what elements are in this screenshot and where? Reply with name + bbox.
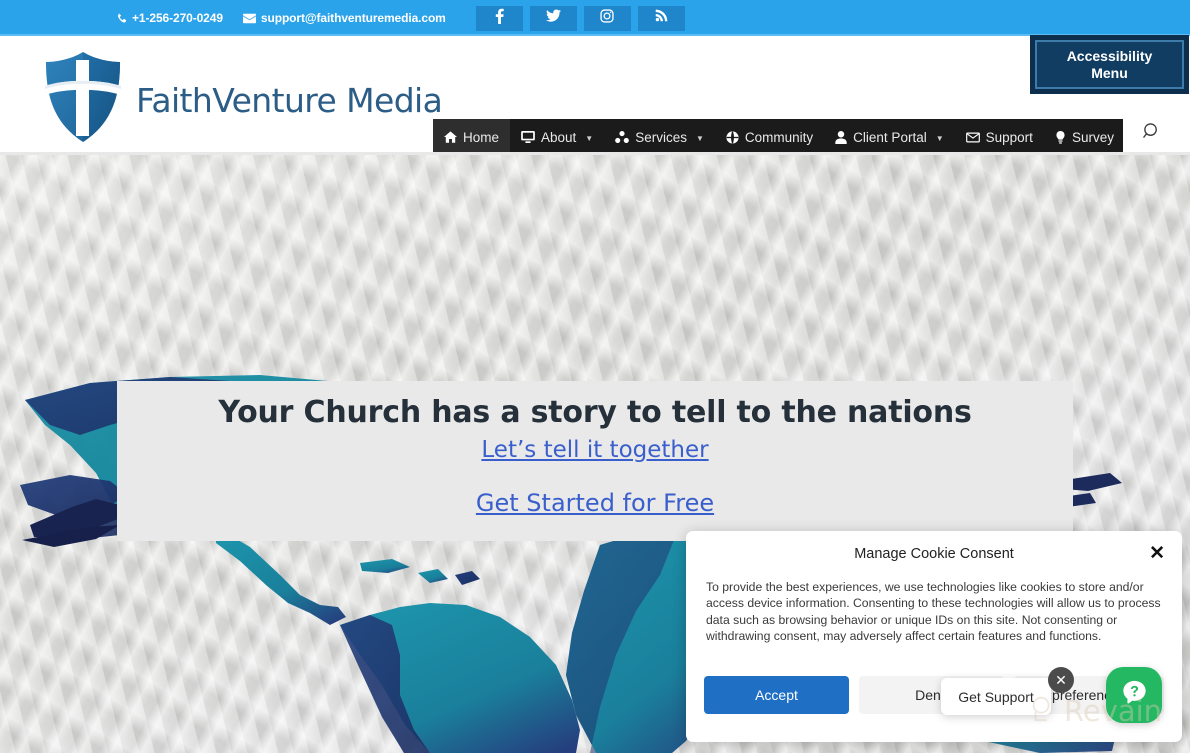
lightbulb-icon xyxy=(1055,130,1066,144)
chevron-down-icon: ▼ xyxy=(585,133,594,143)
shield-cross-logo-icon xyxy=(40,48,126,153)
cookie-dialog-header: Manage Cookie Consent ✕ xyxy=(686,531,1182,577)
get-support-tooltip[interactable]: Get Support xyxy=(941,678,1051,715)
top-contact-bar: +1-256-270-0249 support@faithventuremedi… xyxy=(0,0,1190,36)
nav-label: Community xyxy=(744,129,814,145)
home-icon xyxy=(444,131,457,143)
nav-label: Home xyxy=(463,129,500,145)
nav-label: Client Portal xyxy=(853,129,927,145)
site-logo-text: FaithVenture Media xyxy=(136,81,443,120)
nav-item-home[interactable]: Home xyxy=(433,119,511,155)
close-icon[interactable]: ✕ xyxy=(1149,544,1165,563)
chevron-down-icon: ▼ xyxy=(695,133,704,143)
nav-item-about[interactable]: About ▼ xyxy=(510,119,604,155)
cookie-dialog-body: To provide the best experiences, we use … xyxy=(706,580,1161,644)
support-chat-button[interactable] xyxy=(1106,667,1162,723)
monitor-icon xyxy=(521,131,535,143)
user-icon xyxy=(835,130,847,144)
hero-text-card: Your Church has a story to tell to the n… xyxy=(117,381,1073,541)
phone-icon xyxy=(116,13,127,24)
instagram-link[interactable] xyxy=(583,5,631,31)
cookie-dialog-title: Manage Cookie Consent xyxy=(854,546,1014,562)
globe-icon xyxy=(726,130,739,144)
facebook-icon xyxy=(495,8,504,29)
envelope-icon xyxy=(965,132,980,143)
nav-item-survey[interactable]: Survey xyxy=(1044,119,1125,155)
social-links xyxy=(475,5,685,31)
twitter-link[interactable] xyxy=(529,5,577,31)
sitemap-icon xyxy=(615,131,630,143)
hero-title: Your Church has a story to tell to the n… xyxy=(218,395,972,430)
top-contact-bar-inner: +1-256-270-0249 support@faithventuremedi… xyxy=(116,5,685,31)
chat-question-icon xyxy=(1119,677,1150,713)
main-navigation: Home About ▼ Services ▼ Community Client… xyxy=(433,119,1123,155)
facebook-link[interactable] xyxy=(475,5,523,31)
instagram-icon xyxy=(600,8,614,28)
accessibility-menu-button[interactable]: Accessibility Menu xyxy=(1030,35,1189,94)
hero-tagline-link[interactable]: Let’s tell it together xyxy=(481,437,708,463)
phone-number: +1-256-270-0249 xyxy=(132,11,223,25)
nav-item-support[interactable]: Support xyxy=(955,119,1044,155)
nav-label: Services xyxy=(635,129,687,145)
accept-button[interactable]: Accept xyxy=(704,676,849,714)
email-link[interactable]: support@faithventuremedia.com xyxy=(242,11,446,25)
email-address: support@faithventuremedia.com xyxy=(260,11,446,25)
search-icon xyxy=(1142,122,1161,146)
get-support-label: Get Support xyxy=(958,688,1034,705)
get-started-link[interactable]: Get Started for Free xyxy=(476,489,714,517)
nav-label: Support xyxy=(985,129,1033,145)
nav-item-community[interactable]: Community xyxy=(715,119,824,155)
nav-item-services[interactable]: Services ▼ xyxy=(604,119,715,155)
rss-icon xyxy=(655,9,668,27)
site-logo[interactable]: FaithVenture Media xyxy=(40,48,443,153)
nav-item-client-portal[interactable]: Client Portal ▼ xyxy=(824,119,954,155)
nav-label: About xyxy=(541,129,577,145)
nav-label: Survey xyxy=(1071,129,1114,145)
close-circle-icon[interactable]: ✕ xyxy=(1048,667,1074,693)
rss-link[interactable] xyxy=(637,5,685,31)
accessibility-menu-line2: Menu xyxy=(1091,64,1128,81)
cookie-dialog-actions: Accept Deny preferences xyxy=(704,676,1164,714)
twitter-icon xyxy=(545,9,561,27)
phone-link[interactable]: +1-256-270-0249 xyxy=(116,11,223,25)
accessibility-menu-line1: Accessibility xyxy=(1066,47,1153,64)
search-button[interactable] xyxy=(1132,114,1170,154)
envelope-icon xyxy=(242,13,256,24)
chevron-down-icon: ▼ xyxy=(935,133,944,143)
